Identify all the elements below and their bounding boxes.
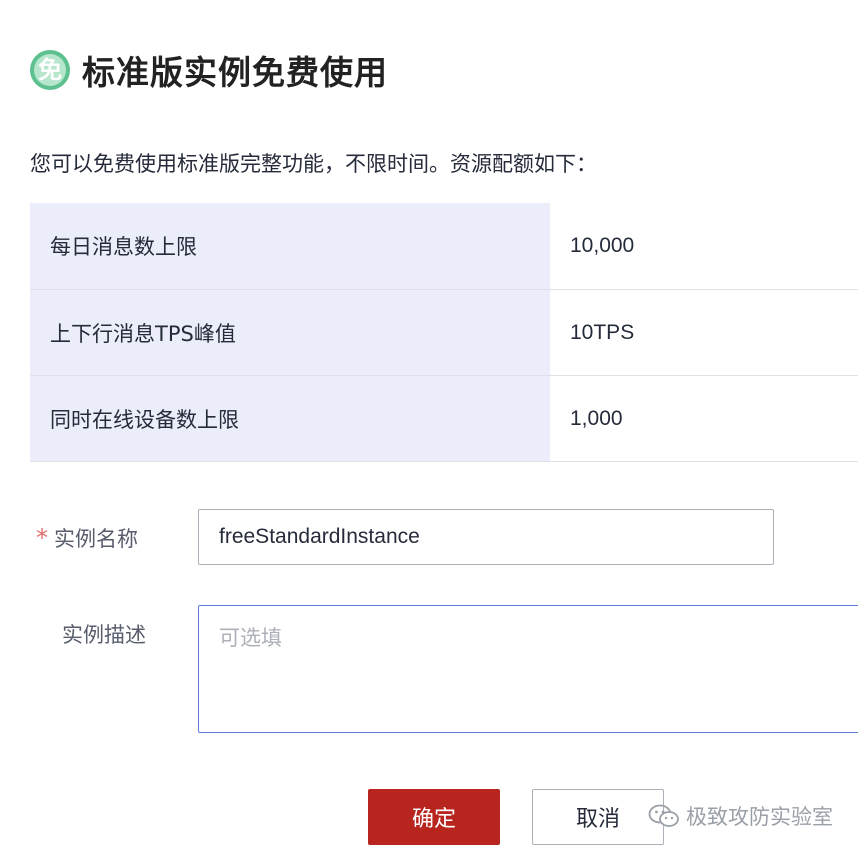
- quota-table: 每日消息数上限 10,000 上下行消息TPS峰值 10TPS 同时在线设备数上…: [30, 203, 858, 462]
- confirm-button[interactable]: 确定: [368, 789, 500, 845]
- free-badge-text: 免: [38, 56, 62, 84]
- watermark-text: 极致攻防实验室: [686, 805, 833, 829]
- intro-text: 您可以免费使用标准版完整功能，不限时间。资源配额如下：: [30, 152, 597, 176]
- quota-label: 每日消息数上限: [30, 203, 550, 289]
- quota-value: 10TPS: [570, 320, 635, 344]
- table-row: 同时在线设备数上限 1,000: [30, 375, 858, 461]
- instance-name-label-text: 实例名称: [54, 527, 138, 551]
- quota-label: 同时在线设备数上限: [30, 376, 550, 461]
- required-mark: *: [36, 524, 48, 552]
- quota-label: 上下行消息TPS峰值: [30, 290, 550, 375]
- free-badge-icon: 免: [30, 50, 70, 90]
- table-row: 每日消息数上限 10,000: [30, 203, 858, 289]
- watermark: 极致攻防实验室: [648, 800, 833, 832]
- quota-value: 1,000: [570, 406, 623, 430]
- free-instance-dialog: 免 标准版实例免费使用 您可以免费使用标准版完整功能，不限时间。资源配额如下： …: [0, 0, 858, 852]
- wechat-icon: [648, 804, 679, 827]
- cancel-button[interactable]: 取消: [532, 789, 664, 845]
- table-row: 上下行消息TPS峰值 10TPS: [30, 289, 858, 375]
- instance-desc-label: 实例描述: [62, 623, 146, 647]
- quota-value: 10,000: [570, 234, 635, 257]
- instance-name-input[interactable]: [198, 509, 774, 565]
- instance-name-label: * 实例名称: [36, 520, 138, 556]
- dialog-header: 免 标准版实例免费使用: [30, 44, 388, 96]
- dialog-title: 标准版实例免费使用: [82, 53, 388, 92]
- instance-desc-input[interactable]: [198, 605, 858, 733]
